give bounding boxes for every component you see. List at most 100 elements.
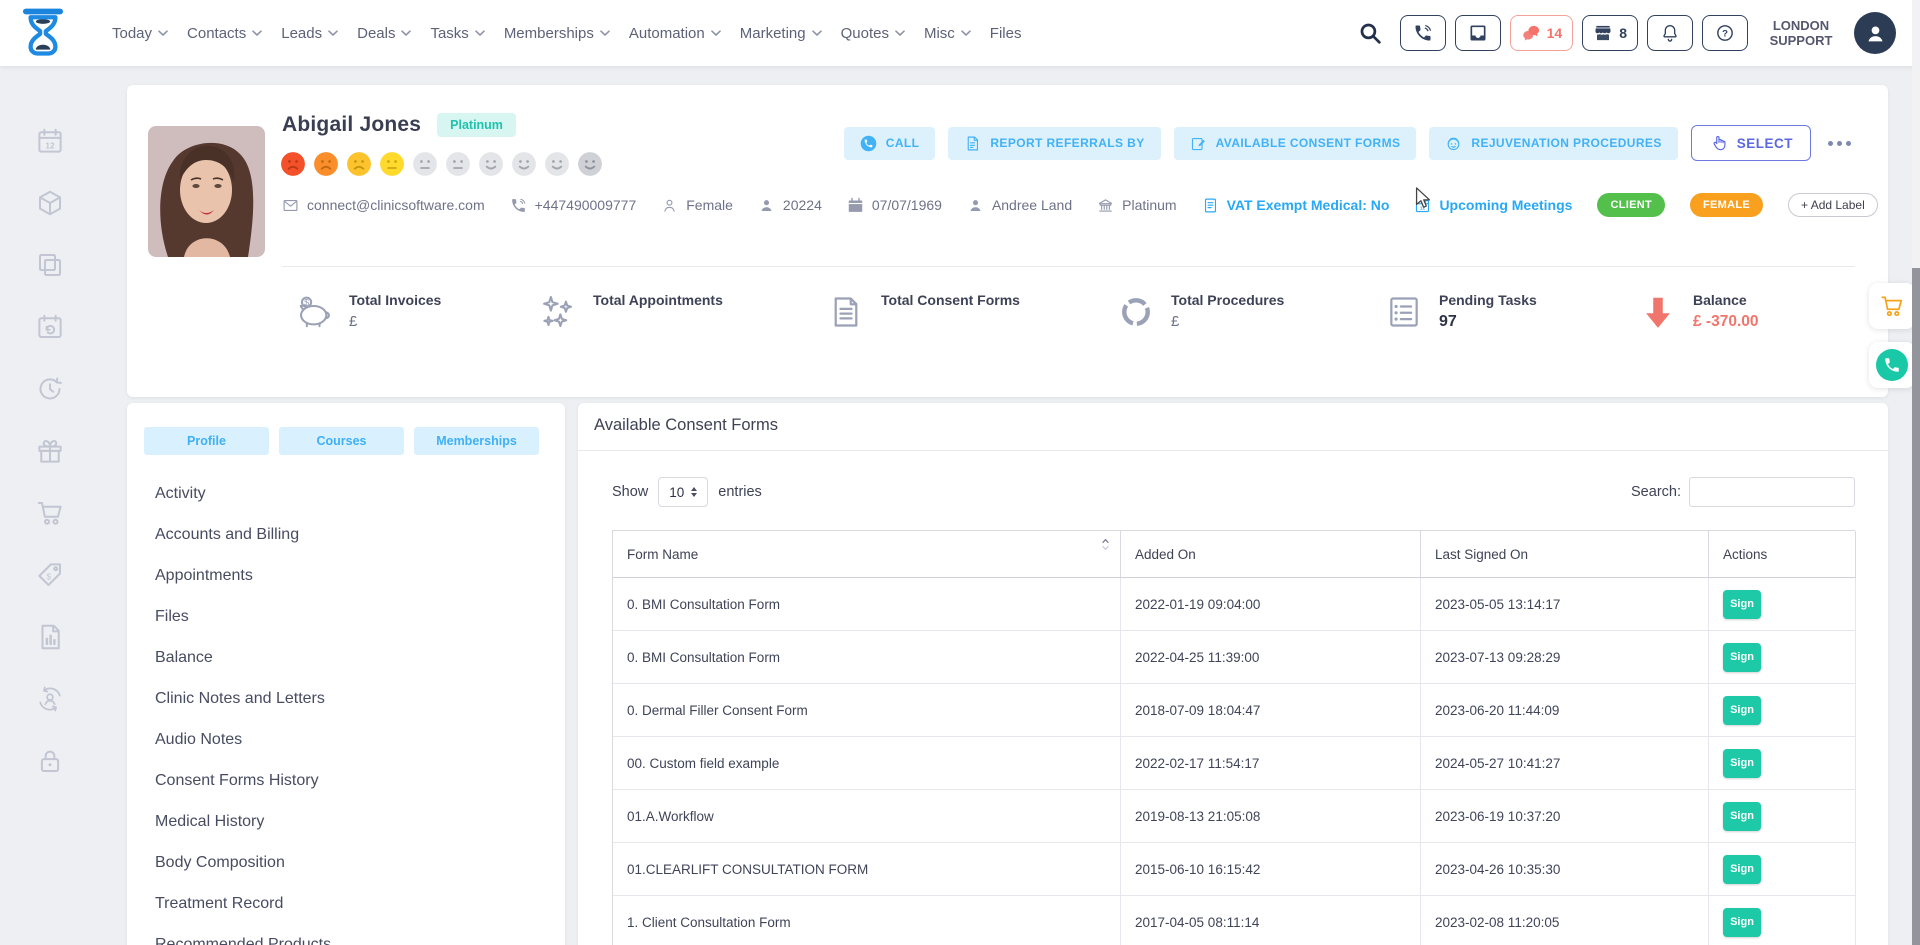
inbox-button[interactable] (1455, 15, 1501, 51)
nav-item-tasks[interactable]: Tasks (430, 25, 484, 42)
rail-item-gift[interactable] (35, 436, 65, 466)
mood-7-icon[interactable] (478, 151, 504, 177)
page-size-select[interactable]: 10 (658, 477, 708, 507)
nav-item-memberships[interactable]: Memberships (504, 25, 610, 42)
link-vat-exempt-medical-no[interactable]: VAT Exempt Medical: No (1202, 197, 1390, 214)
menu-item-files[interactable]: Files (155, 596, 545, 637)
arrow-down-icon (1639, 293, 1677, 331)
cell-last-signed-on: 2023-06-20 11:44:09 (1421, 684, 1709, 737)
menu-item-appointments[interactable]: Appointments (155, 555, 545, 596)
tab-memberships[interactable]: Memberships (414, 427, 539, 455)
whatsapp-float-button[interactable] (1869, 342, 1915, 388)
nav-item-automation[interactable]: Automation (629, 25, 721, 42)
scrollbar-thumb[interactable] (1912, 268, 1920, 945)
menu-item-audio-notes[interactable]: Audio Notes (155, 719, 545, 760)
sparkles-icon (539, 293, 577, 331)
rail-item-history[interactable] (35, 374, 65, 404)
more-options-button[interactable] (1824, 137, 1855, 150)
rail-item-cart[interactable] (35, 498, 65, 528)
help-button[interactable]: ? (1702, 15, 1748, 51)
chat-button[interactable]: 14 (1510, 15, 1574, 51)
sign-button[interactable]: Sign (1723, 696, 1761, 725)
rail-item-lock[interactable] (35, 746, 65, 776)
column-header-added-on[interactable]: Added On (1121, 531, 1421, 578)
consent-pen-icon (1190, 135, 1207, 152)
select-button[interactable]: SELECT (1691, 125, 1811, 161)
menu-item-consent-forms-history[interactable]: Consent Forms History (155, 760, 545, 801)
mood-9-icon[interactable] (544, 151, 570, 177)
nav-item-deals[interactable]: Deals (357, 25, 411, 42)
user-icon (758, 197, 775, 214)
rail-item-price-tag[interactable]: $ (35, 560, 65, 590)
nav-item-marketing[interactable]: Marketing (740, 25, 822, 42)
rail-item-customer-sync[interactable] (35, 684, 65, 714)
mood-10-icon[interactable] (577, 151, 603, 177)
menu-item-body-composition[interactable]: Body Composition (155, 842, 545, 883)
table-row: 0. BMI Consultation Form2022-01-19 09:04… (613, 578, 1855, 631)
nav-item-quotes[interactable]: Quotes (841, 25, 905, 42)
search-input[interactable] (1689, 477, 1855, 507)
mood-scale (280, 151, 603, 177)
rail-item-report[interactable] (35, 622, 65, 652)
page-scrollbar[interactable] (1912, 0, 1920, 945)
available-consent-forms-button[interactable]: AVAILABLE CONSENT FORMS (1174, 127, 1417, 160)
call-button[interactable]: CALL (844, 127, 936, 160)
dialer-button[interactable] (1400, 15, 1446, 51)
mood-1-icon[interactable] (280, 151, 306, 177)
menu-item-accounts-and-billing[interactable]: Accounts and Billing (155, 514, 545, 555)
chevron-down-icon (895, 30, 905, 37)
notifications-button[interactable] (1647, 15, 1693, 51)
svg-text:$: $ (304, 298, 309, 308)
menu-item-treatment-record[interactable]: Treatment Record (155, 883, 545, 924)
tab-profile[interactable]: Profile (144, 427, 269, 455)
chevron-down-icon (328, 30, 338, 37)
mood-4-icon[interactable] (379, 151, 405, 177)
calendar-icon (847, 197, 864, 214)
nav-item-leads[interactable]: Leads (281, 25, 338, 42)
add-label-button[interactable]: + Add Label (1788, 193, 1878, 217)
cell-actions: Sign (1709, 896, 1856, 945)
cart-float-button[interactable] (1869, 283, 1915, 329)
nav-item-files[interactable]: Files (990, 25, 1022, 42)
mood-3-icon[interactable] (346, 151, 372, 177)
svg-text:$: $ (46, 572, 51, 581)
search-icon[interactable] (1358, 21, 1383, 46)
menu-item-clinic-notes-and-letters[interactable]: Clinic Notes and Letters (155, 678, 545, 719)
link-upcoming-meetings[interactable]: 12Upcoming Meetings (1414, 197, 1572, 214)
cell-added-on: 2015-06-10 16:15:42 (1121, 843, 1421, 896)
sign-button[interactable]: Sign (1723, 590, 1761, 619)
envelope-icon (282, 197, 299, 214)
user-avatar[interactable] (1854, 12, 1896, 54)
menu-item-recommended-products[interactable]: Recommended Products (155, 924, 545, 945)
mood-8-icon[interactable] (511, 151, 537, 177)
sign-button[interactable]: Sign (1723, 749, 1761, 778)
report-referrals-by-button[interactable]: REPORT REFERRALS BY (948, 127, 1160, 160)
sign-button[interactable]: Sign (1723, 802, 1761, 831)
cell-form-name: 01.CLEARLIFT CONSULTATION FORM (613, 843, 1121, 896)
rail-item-calendar-restore[interactable] (35, 312, 65, 342)
shop-button[interactable]: 8 (1582, 15, 1638, 51)
sign-button[interactable]: Sign (1723, 643, 1761, 672)
sign-button[interactable]: Sign (1723, 855, 1761, 884)
detail-07-07-1969: 07/07/1969 (847, 197, 942, 214)
rail-item-copy[interactable] (35, 250, 65, 280)
menu-item-activity[interactable]: Activity (155, 473, 545, 514)
mood-2-icon[interactable] (313, 151, 339, 177)
rail-item-calendar-12[interactable]: 12 (35, 126, 65, 156)
stat-balance: Balance£ -370.00 (1639, 292, 1759, 331)
mood-6-icon[interactable] (445, 151, 471, 177)
mood-5-icon[interactable] (412, 151, 438, 177)
column-header-form-name[interactable]: Form Name (613, 531, 1121, 578)
column-header-actions[interactable]: Actions (1709, 531, 1856, 578)
nav-item-today[interactable]: Today (112, 25, 168, 42)
rejuvenation-procedures-button[interactable]: REJUVENATION PROCEDURES (1429, 127, 1677, 160)
column-header-last-signed-on[interactable]: Last Signed On (1421, 531, 1709, 578)
menu-item-medical-history[interactable]: Medical History (155, 801, 545, 842)
rail-item-package[interactable] (35, 188, 65, 218)
nav-item-misc[interactable]: Misc (924, 25, 971, 42)
sign-button[interactable]: Sign (1723, 908, 1761, 937)
cell-form-name: 0. BMI Consultation Form (613, 631, 1121, 684)
tab-courses[interactable]: Courses (279, 427, 404, 455)
menu-item-balance[interactable]: Balance (155, 637, 545, 678)
nav-item-contacts[interactable]: Contacts (187, 25, 262, 42)
